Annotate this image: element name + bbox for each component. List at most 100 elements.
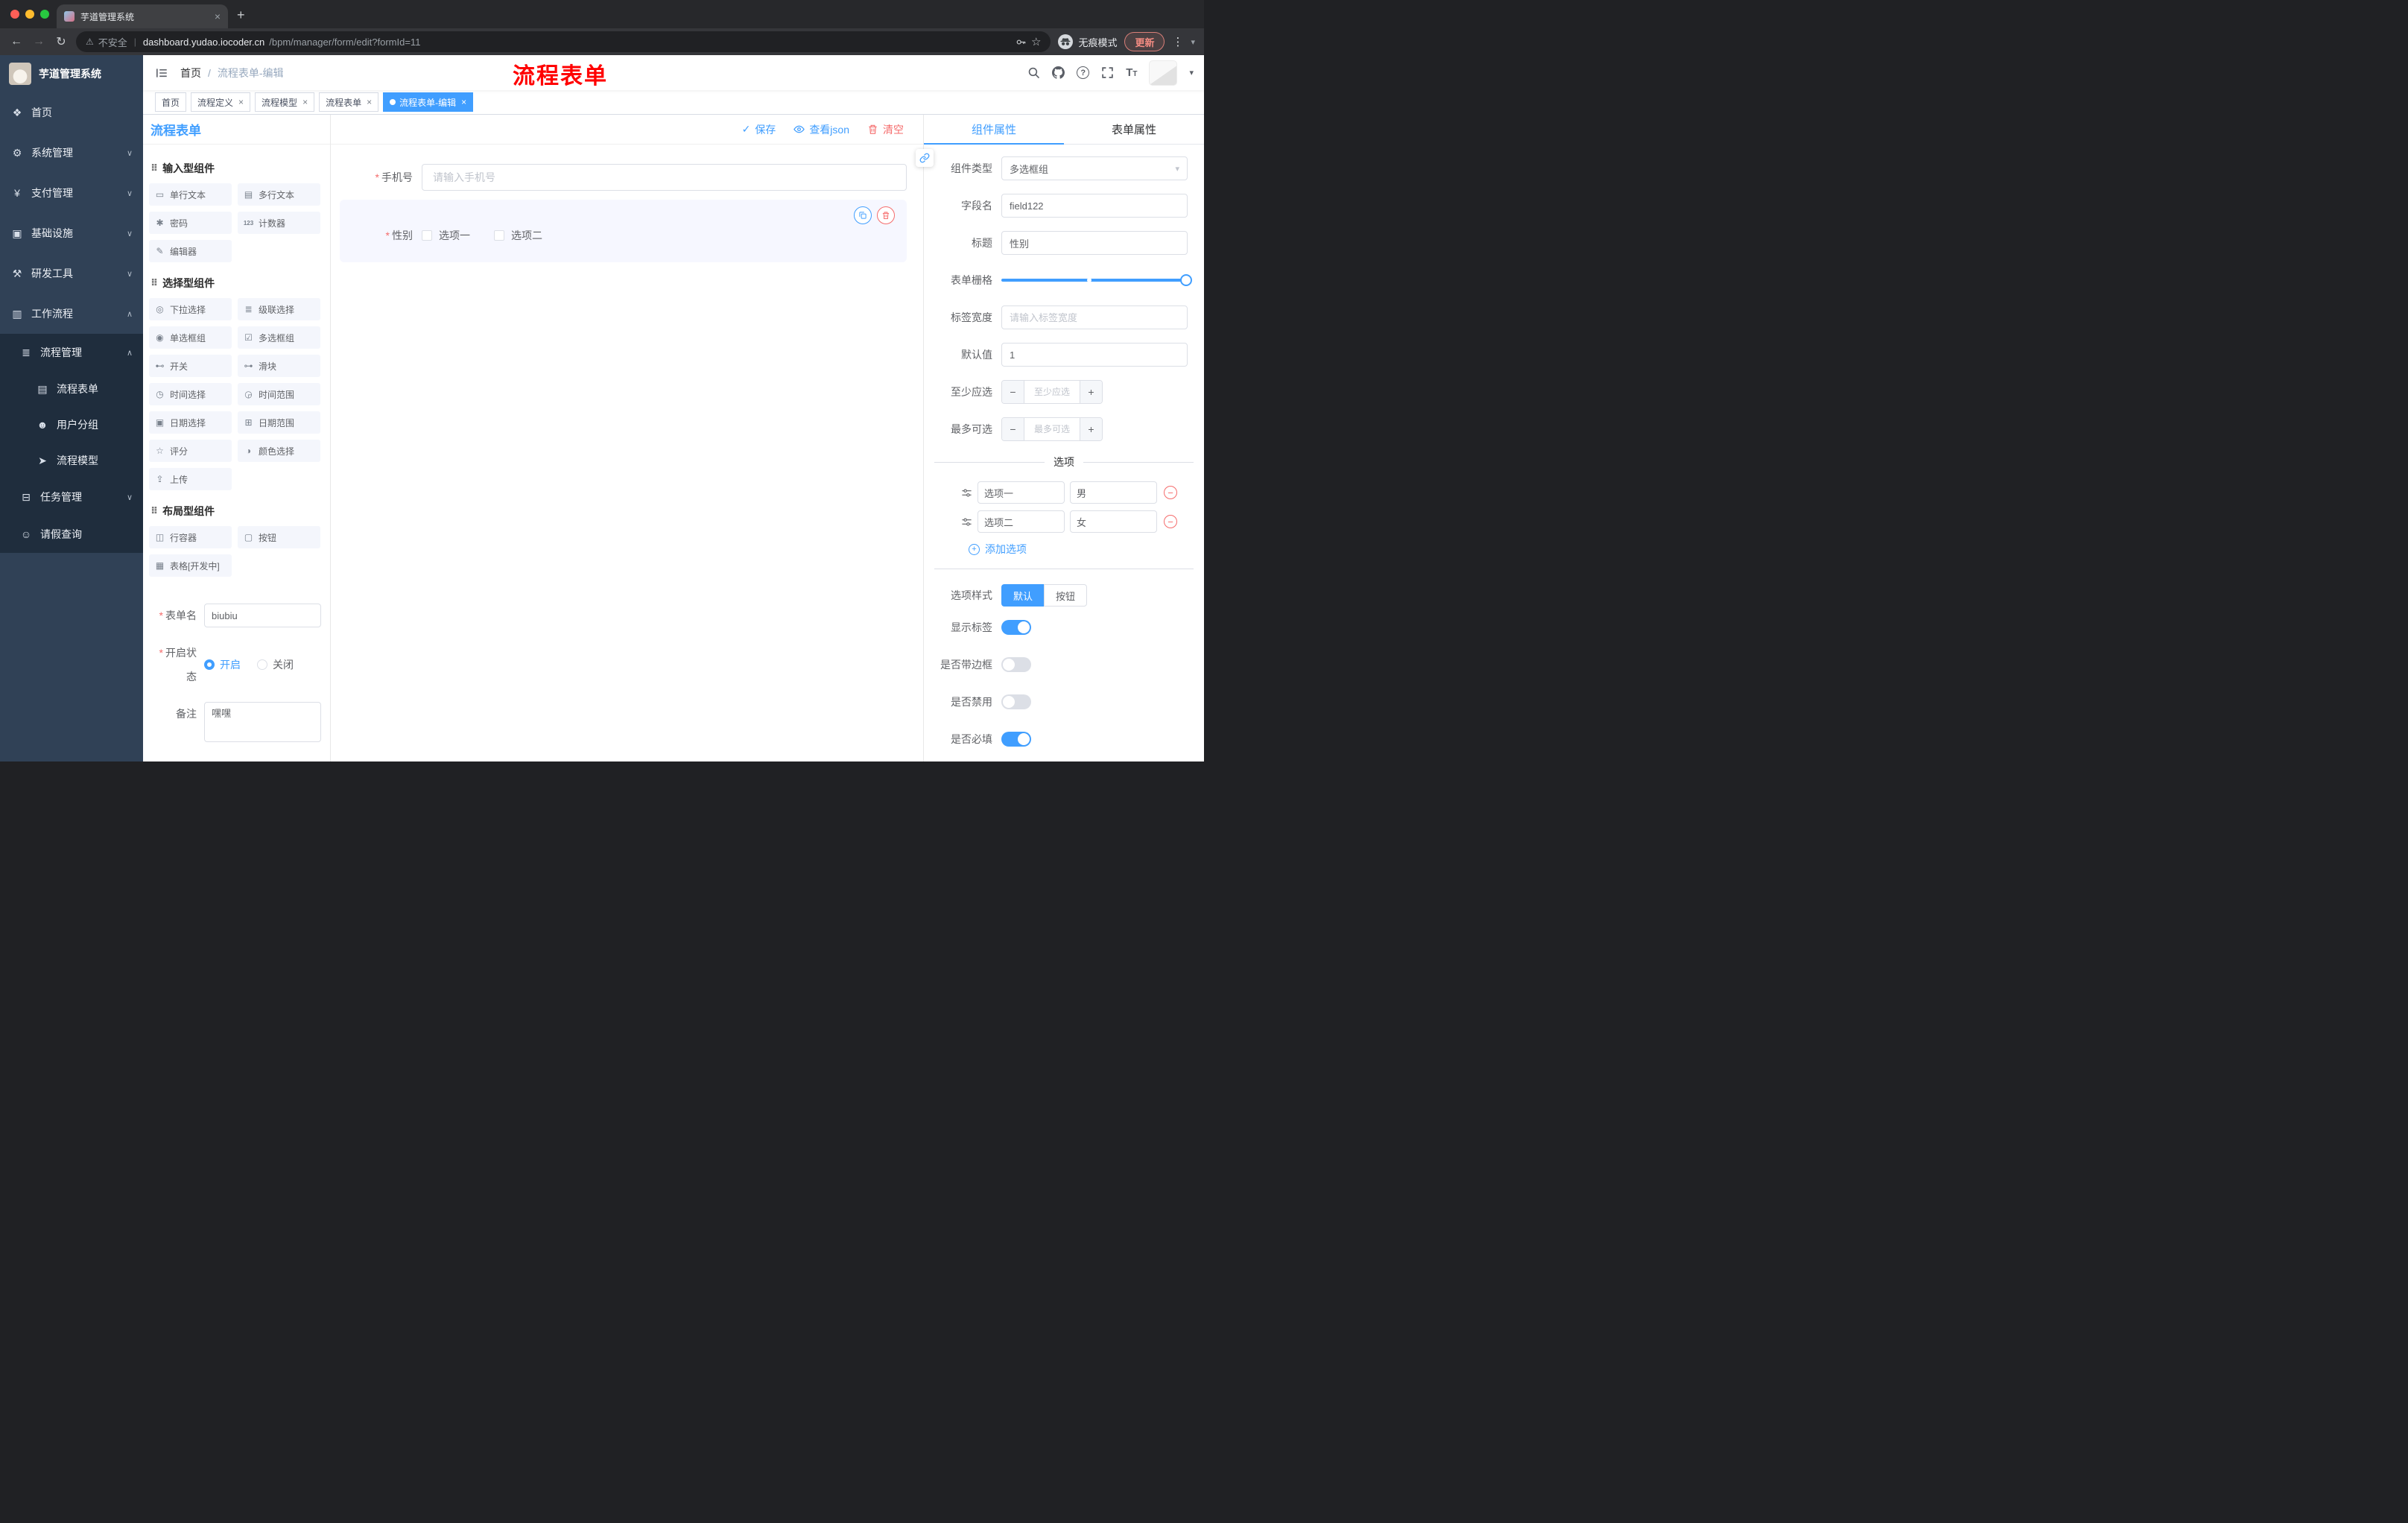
window-close-button[interactable] bbox=[10, 10, 19, 19]
clear-button[interactable]: 清空 bbox=[867, 122, 904, 137]
new-tab-button[interactable]: + bbox=[237, 7, 245, 23]
palette-item-row-container[interactable]: ◫ 行容器 bbox=[149, 526, 232, 548]
form-name-input[interactable] bbox=[204, 604, 321, 627]
close-icon[interactable]: × bbox=[461, 97, 466, 107]
option-1-value-input[interactable] bbox=[1070, 481, 1157, 504]
increase-button[interactable]: + bbox=[1080, 381, 1102, 403]
sidebar-item-process-form[interactable]: ▤ 流程表单 bbox=[0, 371, 143, 407]
security-warning-icon[interactable]: ⚠ bbox=[86, 37, 94, 47]
palette-item-date-picker[interactable]: ▣ 日期选择 bbox=[149, 411, 232, 434]
disabled-switch[interactable] bbox=[1001, 694, 1031, 709]
tab-component-properties[interactable]: 组件属性 bbox=[924, 115, 1064, 145]
decrease-button[interactable]: − bbox=[1002, 418, 1024, 440]
status-on-radio[interactable]: 开启 bbox=[204, 657, 241, 672]
reload-button[interactable]: ↻ bbox=[54, 34, 69, 49]
forward-button[interactable]: → bbox=[31, 35, 46, 48]
label-width-input[interactable] bbox=[1001, 305, 1188, 329]
grid-slider[interactable] bbox=[1001, 268, 1192, 292]
slider-handle[interactable] bbox=[1180, 274, 1192, 286]
sidebar-item-leave-query[interactable]: ☺ 请假查询 bbox=[0, 516, 143, 553]
sidebar-item-process-model[interactable]: ➤ 流程模型 bbox=[0, 443, 143, 478]
sidebar-item-payment-management[interactable]: ¥ 支付管理 ∨ bbox=[0, 173, 143, 213]
remove-option-button[interactable]: − bbox=[1164, 515, 1177, 528]
option-1-name-input[interactable] bbox=[978, 481, 1065, 504]
sidebar-item-system-management[interactable]: ⚙ 系统管理 ∨ bbox=[0, 133, 143, 173]
palette-item-editor[interactable]: ✎ 编辑器 bbox=[149, 240, 232, 262]
update-browser-button[interactable]: 更新 bbox=[1124, 32, 1165, 51]
increase-button[interactable]: + bbox=[1080, 418, 1102, 440]
style-button-button[interactable]: 按钮 bbox=[1044, 584, 1088, 607]
back-button[interactable]: ← bbox=[9, 35, 24, 48]
option-2-name-input[interactable] bbox=[978, 510, 1065, 533]
palette-item-textarea[interactable]: ▤ 多行文本 bbox=[238, 183, 320, 206]
tag-process-definition[interactable]: 流程定义 × bbox=[191, 92, 251, 112]
drawing-board[interactable]: *手机号 *性别 选项一 选项二 bbox=[331, 145, 923, 762]
bookmark-star-icon[interactable]: ☆ bbox=[1031, 35, 1041, 48]
browser-tab[interactable]: 芋道管理系统 × bbox=[57, 4, 228, 28]
tab-form-properties[interactable]: 表单属性 bbox=[1064, 115, 1204, 144]
hamburger-icon[interactable] bbox=[143, 55, 180, 90]
border-switch[interactable] bbox=[1001, 657, 1031, 672]
save-button[interactable]: ✓ 保存 bbox=[742, 122, 776, 137]
palette-item-switch[interactable]: ⊷ 开关 bbox=[149, 355, 232, 377]
delete-component-button[interactable] bbox=[877, 206, 895, 224]
add-option-button[interactable]: + 添加选项 bbox=[969, 542, 1204, 557]
view-json-button[interactable]: 查看json bbox=[793, 122, 849, 137]
fullscreen-icon[interactable] bbox=[1101, 66, 1114, 79]
avatar-caret-icon[interactable]: ▾ bbox=[1189, 68, 1194, 77]
user-avatar[interactable] bbox=[1149, 60, 1178, 86]
window-minimize-button[interactable] bbox=[25, 10, 34, 19]
default-value-input[interactable] bbox=[1001, 343, 1188, 367]
required-switch[interactable] bbox=[1001, 732, 1031, 747]
palette-item-radio-group[interactable]: ◉ 单选框组 bbox=[149, 326, 232, 349]
link-icon[interactable] bbox=[916, 149, 934, 167]
palette-item-time-picker[interactable]: ◷ 时间选择 bbox=[149, 383, 232, 405]
sidebar-logo[interactable]: 芋道管理系统 bbox=[0, 55, 143, 92]
palette-item-time-range[interactable]: ◶ 时间范围 bbox=[238, 383, 320, 405]
remove-option-button[interactable]: − bbox=[1164, 486, 1177, 499]
option-drag-icon[interactable] bbox=[961, 516, 972, 528]
tag-process-form[interactable]: 流程表单 × bbox=[319, 92, 379, 112]
window-zoom-button[interactable] bbox=[40, 10, 49, 19]
browser-menu-icon[interactable]: ⋮ bbox=[1172, 35, 1183, 48]
palette-item-date-range[interactable]: ⊞ 日期范围 bbox=[238, 411, 320, 434]
sidebar-item-task-management[interactable]: ⊟ 任务管理 ∨ bbox=[0, 478, 143, 516]
tag-process-form-edit[interactable]: 流程表单-编辑 × bbox=[383, 92, 474, 112]
close-icon[interactable]: × bbox=[238, 97, 244, 107]
breadcrumb-home[interactable]: 首页 bbox=[180, 66, 201, 80]
phone-input[interactable] bbox=[422, 164, 907, 191]
palette-item-counter[interactable]: 123 计数器 bbox=[238, 212, 320, 234]
option-2-value-input[interactable] bbox=[1070, 510, 1157, 533]
status-off-radio[interactable]: 关闭 bbox=[257, 657, 294, 672]
palette-item-upload[interactable]: ⇪ 上传 bbox=[149, 468, 232, 490]
palette-item-password[interactable]: ✱ 密码 bbox=[149, 212, 232, 234]
gender-option-1-checkbox[interactable]: 选项一 bbox=[422, 228, 470, 243]
help-icon[interactable]: ? bbox=[1077, 66, 1090, 79]
palette-item-table[interactable]: ▦ 表格[开发中] bbox=[149, 554, 232, 577]
form-remark-textarea[interactable]: 嘿嘿 bbox=[204, 702, 321, 742]
palette-item-color-picker[interactable]: ◑ 颜色选择 bbox=[238, 440, 320, 462]
gender-option-2-checkbox[interactable]: 选项二 bbox=[494, 228, 542, 243]
decrease-button[interactable]: − bbox=[1002, 381, 1024, 403]
sidebar-item-dev-tools[interactable]: ⚒ 研发工具 ∨ bbox=[0, 253, 143, 294]
address-bar[interactable]: ⚠ 不安全 | dashboard.yudao.iocoder.cn/bpm/m… bbox=[76, 31, 1051, 52]
max-select-input[interactable] bbox=[1024, 418, 1080, 440]
copy-component-button[interactable] bbox=[854, 206, 872, 224]
tag-process-model[interactable]: 流程模型 × bbox=[255, 92, 315, 112]
min-select-input[interactable] bbox=[1024, 381, 1080, 403]
sidebar-item-infrastructure[interactable]: ▣ 基础设施 ∨ bbox=[0, 213, 143, 253]
github-icon[interactable] bbox=[1052, 66, 1065, 79]
show-label-switch[interactable] bbox=[1001, 620, 1031, 635]
palette-item-checkbox-group[interactable]: ☑ 多选框组 bbox=[238, 326, 320, 349]
sidebar-item-process-management[interactable]: ≣ 流程管理 ∧ bbox=[0, 334, 143, 371]
password-key-icon[interactable] bbox=[1016, 37, 1027, 48]
sidebar-item-user-group[interactable]: ☻ 用户分组 bbox=[0, 407, 143, 443]
toolbar-caret-icon[interactable]: ▾ bbox=[1191, 37, 1195, 47]
sidebar-item-workflow[interactable]: ▥ 工作流程 ∧ bbox=[0, 294, 143, 334]
palette-item-slider[interactable]: ⊶ 滑块 bbox=[238, 355, 320, 377]
close-icon[interactable]: × bbox=[302, 97, 308, 107]
palette-item-rate[interactable]: ☆ 评分 bbox=[149, 440, 232, 462]
component-type-select[interactable]: 多选框组 ▾ bbox=[1001, 156, 1188, 180]
form-field-phone[interactable]: * 手机号 bbox=[340, 164, 907, 191]
palette-item-button[interactable]: ▢ 按钮 bbox=[238, 526, 320, 548]
